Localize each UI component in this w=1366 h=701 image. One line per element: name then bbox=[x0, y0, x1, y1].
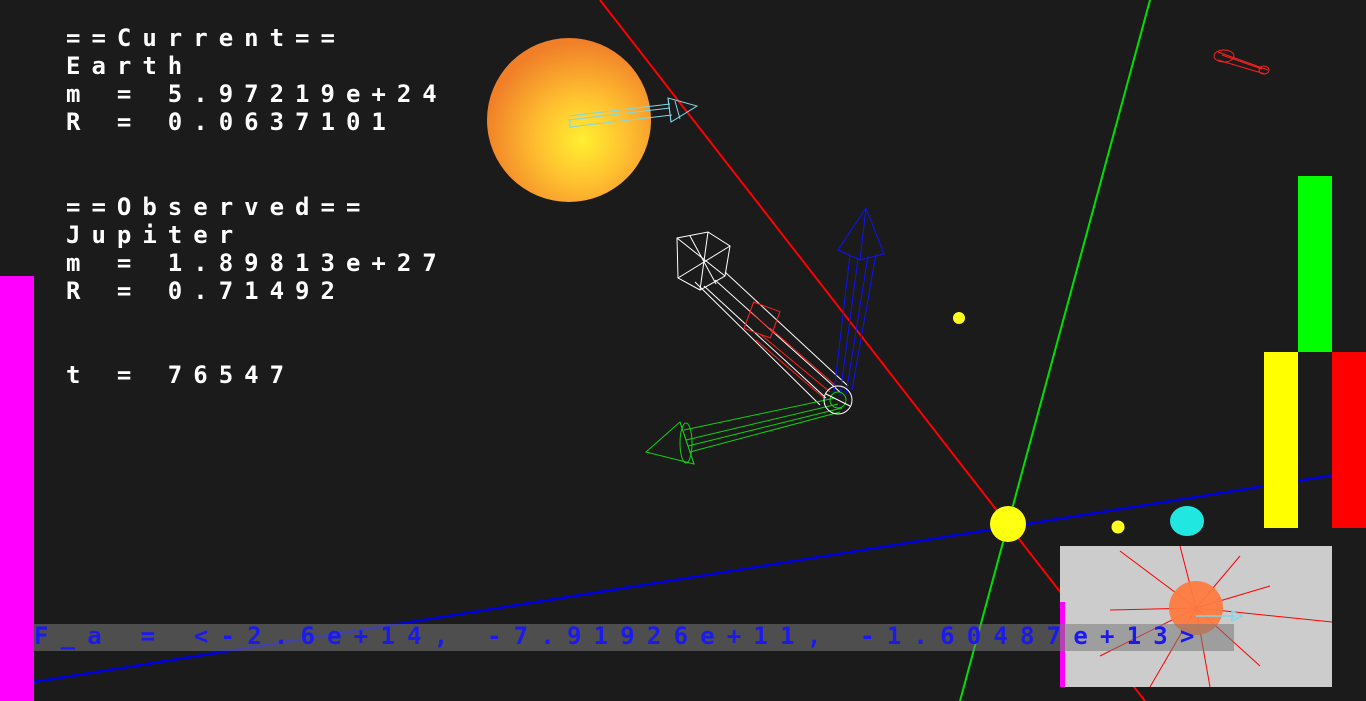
time-readout: t = 76547 bbox=[66, 361, 296, 389]
green-wireframe-arrow bbox=[644, 397, 843, 465]
left-gauge-bar bbox=[0, 276, 34, 701]
minimap-panel[interactable] bbox=[1060, 546, 1332, 687]
current-name: Earth bbox=[66, 52, 194, 80]
current-radius: R = 0.0637101 bbox=[66, 108, 397, 136]
small-planet-yellow-2 bbox=[1111, 520, 1125, 534]
force-readout-text: F_a = <-2.6e+14, -7.91926e+11, -1.60487e… bbox=[34, 622, 1207, 650]
current-mass: m = 5.97219e+24 bbox=[66, 80, 448, 108]
red-probe-wireframe bbox=[1213, 49, 1270, 75]
observed-name: Jupiter bbox=[66, 221, 245, 249]
gauge-bar-yellow bbox=[1264, 352, 1298, 528]
small-planet-cyan bbox=[1170, 506, 1204, 536]
gauge-bar-green bbox=[1298, 176, 1332, 352]
simulation-viewport[interactable]: ==Current== Earth m = 5.97219e+24 R = 0.… bbox=[0, 0, 1366, 701]
red-wireframe-arrow bbox=[743, 301, 837, 399]
observed-radius: R = 0.71492 bbox=[66, 277, 346, 305]
minimap-graphics bbox=[1060, 546, 1332, 687]
blue-wireframe-arrow bbox=[833, 206, 885, 397]
current-header: ==Current== bbox=[66, 24, 346, 52]
observed-header: ==Observed== bbox=[66, 193, 372, 221]
small-planet-yellow-1 bbox=[953, 312, 965, 324]
central-body-yellow bbox=[990, 506, 1026, 542]
gauge-bar-red bbox=[1332, 352, 1366, 528]
observed-mass: m = 1.89813e+27 bbox=[66, 249, 448, 277]
white-wireframe-arrow bbox=[676, 231, 849, 406]
